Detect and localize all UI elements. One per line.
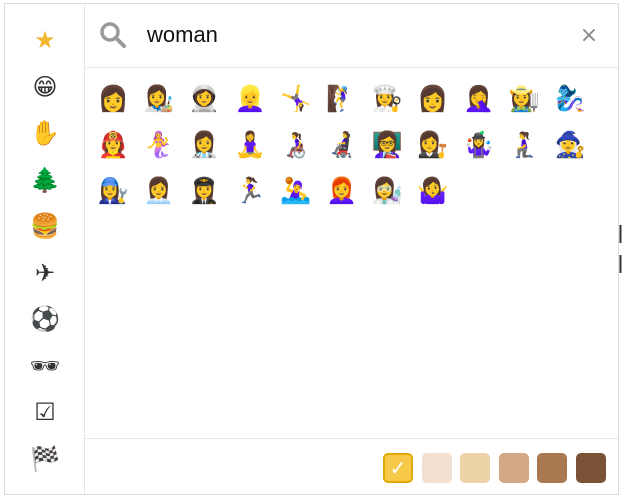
check-box-icon[interactable]: ☑ [29,396,61,428]
emoji-result[interactable]: 🤽‍♀️ [280,175,311,205]
emoji-result[interactable]: 👩‍🏫 [372,129,403,159]
checkmark-icon: ✓ [389,456,407,480]
emoji-result[interactable]: 👩‍🚀 [189,83,220,113]
skin-tone-swatch[interactable] [498,453,529,483]
search-bar: × [85,4,618,68]
close-icon: × [579,22,599,48]
category-sidebar: ★ 😁 ✋ 🌲 🍔 ✈ ⚽ 🕶 ☑ 🏁 [5,4,85,494]
emoji-result[interactable]: 👩 [97,83,128,113]
emoji-result[interactable]: 🧞‍♀️ [554,83,585,113]
emoji-result[interactable]: 👩‍🚒 [97,129,128,159]
emoji-result[interactable]: 👩 [417,83,448,113]
emoji-result[interactable]: 👩‍🎨 [143,83,174,113]
emoji-result[interactable]: 👩‍⚖️ [417,129,448,159]
emoji-result[interactable]: 🤷‍♀️ [417,175,448,205]
search-input[interactable] [147,16,547,54]
clear-search-button[interactable]: × [576,22,602,48]
emoji-result[interactable]: 👩‍🦰 [326,175,357,205]
emoji-result[interactable]: 👩‍🌾 [509,83,540,113]
soccer-ball-icon[interactable]: ⚽ [29,303,61,335]
emoji-result[interactable]: 🏃‍♀️ [235,175,266,205]
emoji-result[interactable]: 👩‍🍳 [372,83,403,113]
emoji-result[interactable]: 🧎‍♀️ [509,129,540,159]
emoji-result[interactable]: 👩‍🦼 [326,129,357,159]
checkered-flag-icon[interactable]: 🏁 [29,443,61,475]
emoji-result[interactable]: 👩‍✈️ [189,175,220,205]
skin-tone-swatch[interactable] [460,453,491,483]
emoji-result[interactable]: 🤦‍♀️ [463,83,494,113]
emoji-result[interactable]: 👩‍🔧 [97,175,128,205]
emoji-result[interactable]: 👩‍🔬 [372,175,403,205]
waving-hand-icon[interactable]: ✋ [29,117,61,149]
star-icon[interactable]: ★ [29,24,61,56]
emoji-result[interactable]: 👱‍♀️ [235,83,266,113]
emoji-picker: ★ 😁 ✋ 🌲 🍔 ✈ ⚽ 🕶 ☑ 🏁 × 👩 👩‍🎨 👩‍🚀 👱‍♀️ 🤸‍♀️ 🧗‍♀️ 👩‍🍳 👩 🤦‍♀️… [4,3,619,495]
skin-tone-swatch[interactable] [576,453,606,483]
evergreen-tree-icon[interactable]: 🌲 [29,164,61,196]
emoji-result[interactable]: 🧜‍♀️ [143,129,174,159]
emoji-result[interactable]: 🧙‍♀️ [554,129,585,159]
skin-tone-swatch[interactable]: ✓ [383,453,413,483]
search-icon [100,22,126,48]
hamburger-icon[interactable]: 🍔 [29,210,61,242]
emoji-result[interactable]: 🧘‍♀️ [235,129,266,159]
sunglasses-icon[interactable]: 🕶 [29,350,61,382]
skin-tone-bar: ✓ [85,438,618,494]
emoji-result[interactable]: 🧗‍♀️ [326,83,357,113]
emoji-result[interactable]: 👩‍💼 [143,175,174,205]
skin-tone-swatch[interactable] [537,453,568,483]
emoji-result[interactable]: 🤹‍♀️ [463,129,494,159]
emoji-result[interactable]: 🤸‍♀️ [280,83,311,113]
emoji-results-grid: 👩 👩‍🎨 👩‍🚀 👱‍♀️ 🤸‍♀️ 🧗‍♀️ 👩‍🍳 👩 🤦‍♀️ 👩‍🌾 🧞‍♀️ 👩‍🚒 🧜‍♀… [85,68,618,438]
emoji-result[interactable]: 👩‍🦽 [280,129,311,159]
grinning-face-icon[interactable]: 😁 [29,71,61,103]
airplane-icon[interactable]: ✈ [29,257,61,289]
skin-tone-swatch[interactable] [421,453,452,483]
emoji-result[interactable]: 👩‍⚕️ [189,129,220,159]
